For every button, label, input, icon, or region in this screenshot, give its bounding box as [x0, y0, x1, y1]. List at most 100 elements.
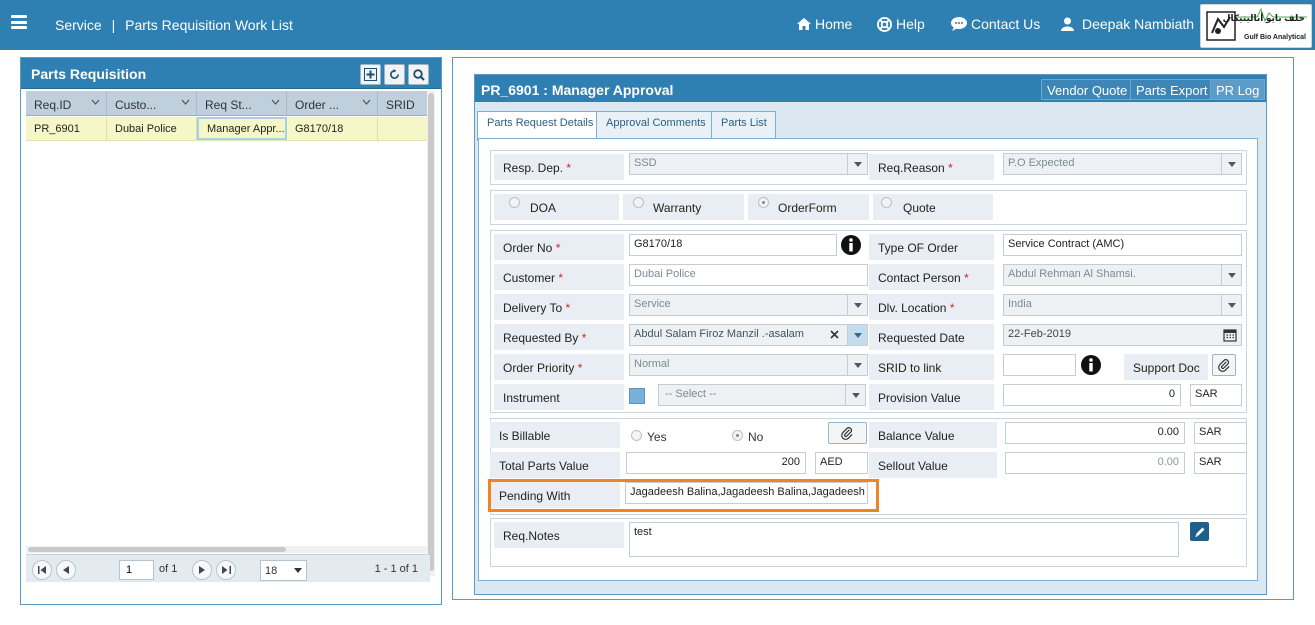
tab-parts-request-details[interactable]: Parts Request Details	[477, 111, 603, 141]
column-header-req-status[interactable]: Req St...	[197, 91, 287, 115]
pager: of 1 18 1 - 1 of 1	[26, 554, 430, 582]
sellout-value-input[interactable]: 0.00	[1005, 452, 1185, 474]
req-notes-textarea[interactable]: test	[629, 522, 1179, 557]
instrument-select[interactable]: -- Select --	[658, 384, 866, 406]
chevron-down-icon[interactable]	[362, 99, 371, 105]
prev-page-button[interactable]	[56, 560, 76, 580]
total-parts-currency[interactable]: AED	[815, 452, 868, 474]
cell-customer[interactable]: Dubai Police	[107, 117, 197, 140]
req-reason-select[interactable]: P.O Expected	[1003, 153, 1242, 175]
caret-down-icon	[294, 568, 302, 573]
requested-by-combobox[interactable]: Abdul Salam Firoz Manzil .-asalam	[629, 324, 868, 346]
parts-export-button[interactable]: Parts Export	[1130, 79, 1214, 100]
edit-notes-button[interactable]	[1190, 522, 1209, 541]
info-icon[interactable]	[841, 235, 861, 255]
label-text: Order Priority	[503, 361, 575, 375]
column-header-customer[interactable]: Custo...	[107, 91, 197, 115]
dropdown-button[interactable]	[1221, 265, 1241, 285]
billable-no-option[interactable]: No	[732, 426, 763, 444]
radio-billable-yes[interactable]	[631, 429, 642, 441]
menu-icon[interactable]	[11, 15, 27, 29]
page-number-input[interactable]	[119, 560, 154, 580]
order-type-quote[interactable]: Quote	[873, 194, 993, 220]
instrument-checkbox[interactable]	[629, 388, 645, 404]
cell-srid[interactable]	[378, 117, 428, 140]
radio-billable-no[interactable]	[732, 429, 743, 441]
dlv-location-select[interactable]: India	[1003, 294, 1242, 316]
next-page-button[interactable]	[192, 560, 212, 580]
calendar-icon[interactable]	[1223, 328, 1237, 342]
dropdown-button[interactable]	[847, 295, 867, 315]
type-of-order-input[interactable]: Service Contract (AMC)	[1003, 234, 1242, 256]
column-header-order[interactable]: Order ...	[287, 91, 378, 115]
vertical-scrollbar[interactable]	[427, 91, 435, 576]
provision-value-input[interactable]: 0	[1003, 384, 1181, 406]
label-text: Dlv. Location	[878, 301, 947, 315]
tab-parts-list[interactable]: Parts List	[711, 111, 776, 139]
chevron-down-icon[interactable]	[181, 99, 190, 105]
cell-order[interactable]: G8170/18	[287, 117, 378, 140]
search-button[interactable]	[408, 64, 429, 85]
column-header-req-id[interactable]: Req.ID	[26, 91, 107, 115]
customer-input[interactable]: Dubai Police	[629, 264, 868, 286]
refresh-icon	[390, 69, 399, 79]
radio-quote[interactable]	[881, 197, 892, 208]
balance-currency[interactable]: SAR	[1194, 422, 1247, 444]
breadcrumb-root[interactable]: Service	[55, 17, 102, 33]
order-priority-select[interactable]: Normal	[629, 354, 868, 376]
order-type-orderform[interactable]: OrderForm	[748, 194, 869, 220]
delivery-to-select[interactable]: Service	[629, 294, 868, 316]
dropdown-button[interactable]	[1221, 154, 1241, 174]
page-size-select[interactable]: 18	[260, 560, 307, 581]
contact-link[interactable]: Contact Us	[951, 16, 1040, 32]
cell-req-id[interactable]: PR_6901	[26, 117, 107, 140]
support-doc-label: Support Doc	[1124, 354, 1208, 380]
scrollbar-thumb[interactable]	[28, 547, 286, 552]
provision-currency[interactable]: SAR	[1190, 384, 1242, 406]
radio-warranty[interactable]	[633, 197, 644, 208]
first-page-button[interactable]	[32, 560, 52, 580]
dropdown-button[interactable]	[847, 154, 867, 174]
home-link[interactable]: Home	[797, 16, 852, 32]
user-menu[interactable]: Deepak Nambiath	[1061, 16, 1194, 32]
attach-billing-doc-button[interactable]	[828, 422, 867, 444]
help-link[interactable]: Help	[877, 16, 925, 32]
clear-icon[interactable]	[830, 330, 839, 339]
srid-input[interactable]	[1003, 354, 1076, 376]
order-type-warranty[interactable]: Warranty	[623, 194, 744, 220]
resp-dep-select[interactable]: SSD	[629, 153, 868, 175]
dropdown-button[interactable]	[847, 355, 867, 375]
info-icon[interactable]	[1081, 355, 1101, 375]
last-page-button[interactable]	[216, 560, 236, 580]
dropdown-button[interactable]	[847, 325, 867, 345]
radio-doa[interactable]	[509, 197, 520, 208]
dropdown-button[interactable]	[1221, 295, 1241, 315]
total-parts-input[interactable]: 200	[626, 452, 806, 474]
attach-support-doc-button[interactable]	[1212, 354, 1236, 376]
contact-person-select[interactable]: Abdul Rehman Al Shamsi.	[1003, 264, 1242, 286]
scrollbar-thumb[interactable]	[428, 93, 434, 571]
dropdown-button[interactable]	[845, 385, 865, 405]
requested-date-input[interactable]: 22-Feb-2019	[1003, 324, 1242, 346]
cell-status[interactable]: Manager Appr...	[197, 117, 287, 140]
table-row[interactable]: PR_6901 Dubai Police Manager Appr... G81…	[26, 117, 428, 141]
sellout-currency[interactable]: SAR	[1194, 452, 1247, 474]
order-no-input[interactable]: G8170/18	[629, 234, 837, 256]
column-header-srid[interactable]: SRID	[378, 91, 428, 115]
tab-approval-comments[interactable]: Approval Comments	[596, 111, 715, 139]
horizontal-scrollbar[interactable]	[26, 546, 427, 553]
balance-value-input[interactable]: 0.00	[1005, 422, 1185, 444]
vendor-quote-button[interactable]: Vendor Quote	[1041, 79, 1134, 100]
radio-orderform[interactable]	[758, 197, 769, 208]
billable-yes-option[interactable]: Yes	[631, 426, 667, 444]
refresh-button[interactable]	[384, 64, 405, 85]
add-button[interactable]	[360, 64, 381, 85]
notes-section: Req.Notes test	[490, 518, 1247, 567]
chevron-down-icon[interactable]	[91, 99, 100, 105]
comment-icon	[951, 17, 967, 31]
order-type-doa[interactable]: DOA	[494, 194, 619, 220]
radio-label: Warranty	[653, 201, 702, 215]
caret-down-icon	[853, 362, 862, 368]
pr-log-button[interactable]: PR Log	[1210, 79, 1266, 100]
chevron-down-icon[interactable]	[271, 99, 280, 105]
